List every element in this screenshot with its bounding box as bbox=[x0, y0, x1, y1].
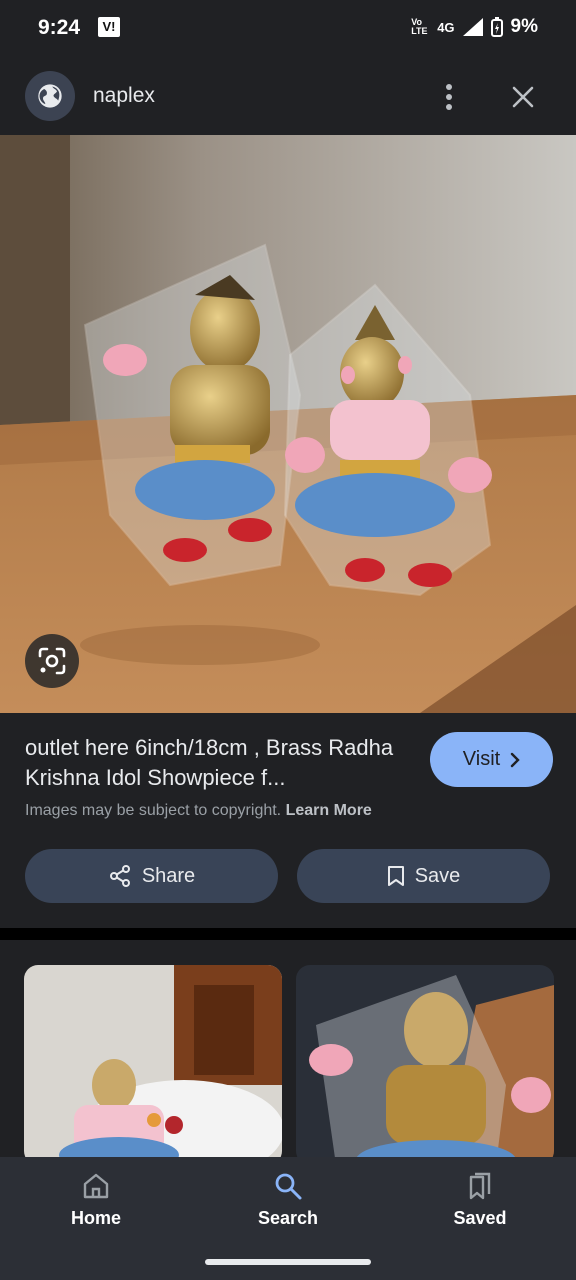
source-header: naplex bbox=[0, 58, 576, 135]
battery-percent: 9% bbox=[510, 16, 538, 37]
share-label: Share bbox=[141, 864, 196, 887]
more-options-button[interactable] bbox=[434, 80, 464, 114]
save-label: Save bbox=[414, 864, 461, 887]
related-photo-1 bbox=[24, 965, 282, 1160]
status-bar: 9:24 V! Vo LTE 4G 9% bbox=[0, 0, 576, 58]
site-name[interactable]: naplex bbox=[93, 84, 155, 108]
close-button[interactable] bbox=[506, 80, 540, 114]
globe-icon bbox=[38, 84, 62, 108]
main-image[interactable] bbox=[0, 135, 576, 713]
share-button[interactable]: Share bbox=[25, 849, 278, 903]
related-images bbox=[0, 940, 576, 1160]
nav-saved[interactable]: Saved bbox=[420, 1171, 540, 1229]
signal-icon bbox=[462, 18, 483, 36]
status-indicators: Vo LTE 4G 9% bbox=[411, 16, 538, 38]
share-icon bbox=[109, 865, 130, 887]
idol-photo bbox=[0, 135, 576, 713]
nav-saved-label: Saved bbox=[453, 1208, 507, 1228]
nav-home-label: Home bbox=[70, 1208, 121, 1228]
more-vert-icon bbox=[446, 84, 452, 110]
bookmark-icon bbox=[387, 866, 404, 886]
home-icon bbox=[83, 1173, 109, 1199]
visit-button[interactable]: Visit bbox=[430, 732, 553, 787]
learn-more-link[interactable]: Learn More bbox=[286, 802, 372, 819]
nav-home[interactable]: Home bbox=[36, 1171, 156, 1229]
section-divider bbox=[0, 928, 576, 940]
copyright-text: Images may be subject to copyright. bbox=[25, 802, 282, 819]
result-info-panel: outlet here 6inch/18cm , Brass Radha Kri… bbox=[0, 713, 576, 928]
google-lens-icon bbox=[38, 647, 66, 675]
google-lens-button[interactable] bbox=[25, 634, 79, 688]
volte-indicator: Vo LTE bbox=[411, 17, 428, 36]
copyright-notice: Images may be subject to copyright. Lear… bbox=[25, 802, 372, 820]
related-image-thumbnail[interactable] bbox=[296, 965, 554, 1160]
bookmarks-icon bbox=[469, 1172, 491, 1200]
network-type: 4G bbox=[437, 19, 455, 35]
search-icon bbox=[275, 1173, 302, 1200]
result-title[interactable]: outlet here 6inch/18cm , Brass Radha Kri… bbox=[25, 733, 420, 793]
save-button[interactable]: Save bbox=[297, 849, 550, 903]
visit-label: Visit bbox=[462, 748, 501, 770]
gesture-home-indicator[interactable] bbox=[205, 1259, 371, 1265]
battery-icon bbox=[490, 17, 503, 37]
chevron-right-icon bbox=[511, 752, 520, 767]
carrier-badge: V! bbox=[98, 17, 120, 37]
close-icon bbox=[512, 86, 534, 108]
nav-search[interactable]: Search bbox=[228, 1171, 348, 1229]
related-photo-2 bbox=[296, 965, 554, 1160]
site-favicon[interactable] bbox=[25, 71, 75, 121]
nav-search-label: Search bbox=[257, 1208, 319, 1228]
related-image-thumbnail[interactable] bbox=[24, 965, 282, 1160]
status-time: 9:24 bbox=[38, 16, 81, 39]
